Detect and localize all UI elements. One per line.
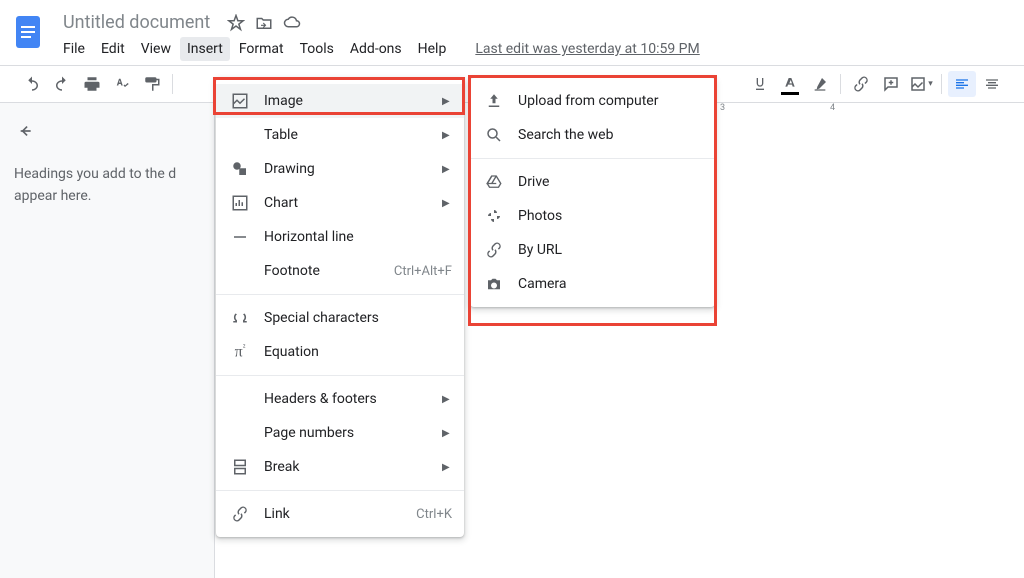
header: Untitled document File Edit View Insert … — [0, 0, 1024, 65]
photos-item[interactable]: Photos — [470, 199, 715, 233]
paint-format-button[interactable] — [138, 71, 166, 97]
insert-chart-item[interactable]: Chart ▶ — [216, 186, 464, 220]
outline-empty-hint: Headings you add to the d appear here. — [14, 163, 200, 208]
cloud-status-icon[interactable] — [283, 14, 301, 32]
highlight-color-button[interactable] — [806, 71, 834, 97]
menubar: File Edit View Insert Format Tools Add-o… — [56, 37, 700, 65]
insert-footnote-item[interactable]: Footnote Ctrl+Alt+F — [216, 254, 464, 288]
menu-format[interactable]: Format — [232, 37, 291, 61]
insert-hr-item[interactable]: Horizontal line — [216, 220, 464, 254]
vertical-ruler: 1 2 — [0, 109, 4, 517]
drawing-icon — [230, 159, 250, 179]
align-center-button[interactable] — [978, 71, 1006, 97]
title-row: Untitled document — [56, 8, 700, 37]
document-title[interactable]: Untitled document — [56, 10, 217, 35]
insert-image-item[interactable]: Image ▶ — [216, 84, 464, 118]
move-folder-icon[interactable] — [255, 14, 273, 32]
last-edit-link[interactable]: Last edit was yesterday at 10:59 PM — [475, 41, 699, 57]
upload-icon — [484, 91, 504, 111]
menu-help[interactable]: Help — [411, 37, 454, 61]
close-outline-icon[interactable] — [14, 121, 34, 141]
undo-button[interactable] — [18, 71, 46, 97]
by-url-item[interactable]: By URL — [470, 233, 715, 267]
search-web-item[interactable]: Search the web — [470, 118, 715, 152]
star-icon[interactable] — [227, 14, 245, 32]
chart-icon — [230, 193, 250, 213]
insert-break-item[interactable]: Break ▶ — [216, 450, 464, 484]
docs-logo-icon[interactable] — [8, 12, 48, 52]
insert-table-item[interactable]: Table ▶ — [216, 118, 464, 152]
menu-view[interactable]: View — [134, 37, 178, 61]
insert-image-button[interactable]: ▾ — [907, 71, 935, 97]
hr-icon — [230, 227, 250, 247]
link-icon — [230, 504, 250, 524]
search-icon — [484, 125, 504, 145]
image-icon — [230, 91, 250, 111]
drive-item[interactable]: Drive — [470, 165, 715, 199]
menu-tools[interactable]: Tools — [293, 37, 341, 61]
spellcheck-button[interactable] — [108, 71, 136, 97]
add-comment-button[interactable] — [877, 71, 905, 97]
insert-link-button[interactable] — [847, 71, 875, 97]
camera-icon — [484, 274, 504, 294]
underline-button[interactable] — [746, 71, 774, 97]
insert-dropdown: Image ▶ Table ▶ Drawing ▶ Chart ▶ Horizo… — [216, 78, 464, 537]
insert-headers-item[interactable]: Headers & footers ▶ — [216, 382, 464, 416]
image-submenu: Upload from computer Search the web Driv… — [470, 78, 715, 307]
outline-panel: Headings you add to the d appear here. — [0, 103, 215, 578]
menu-addons[interactable]: Add-ons — [343, 37, 409, 61]
insert-drawing-item[interactable]: Drawing ▶ — [216, 152, 464, 186]
insert-special-chars-item[interactable]: Special characters — [216, 301, 464, 335]
insert-equation-item[interactable]: π² Equation — [216, 335, 464, 369]
url-link-icon — [484, 240, 504, 260]
insert-link-item[interactable]: Link Ctrl+K — [216, 497, 464, 531]
upload-from-computer-item[interactable]: Upload from computer — [470, 84, 715, 118]
text-color-button[interactable] — [776, 71, 804, 97]
photos-icon — [484, 206, 504, 226]
redo-button[interactable] — [48, 71, 76, 97]
pi-icon: π² — [230, 342, 250, 362]
break-icon — [230, 457, 250, 477]
menu-file[interactable]: File — [56, 37, 92, 61]
print-button[interactable] — [78, 71, 106, 97]
align-left-button[interactable] — [948, 71, 976, 97]
menu-edit[interactable]: Edit — [94, 37, 132, 61]
insert-pagenum-item[interactable]: Page numbers ▶ — [216, 416, 464, 450]
drive-icon — [484, 172, 504, 192]
camera-item[interactable]: Camera — [470, 267, 715, 301]
menu-insert[interactable]: Insert — [180, 37, 230, 61]
omega-icon — [230, 308, 250, 328]
